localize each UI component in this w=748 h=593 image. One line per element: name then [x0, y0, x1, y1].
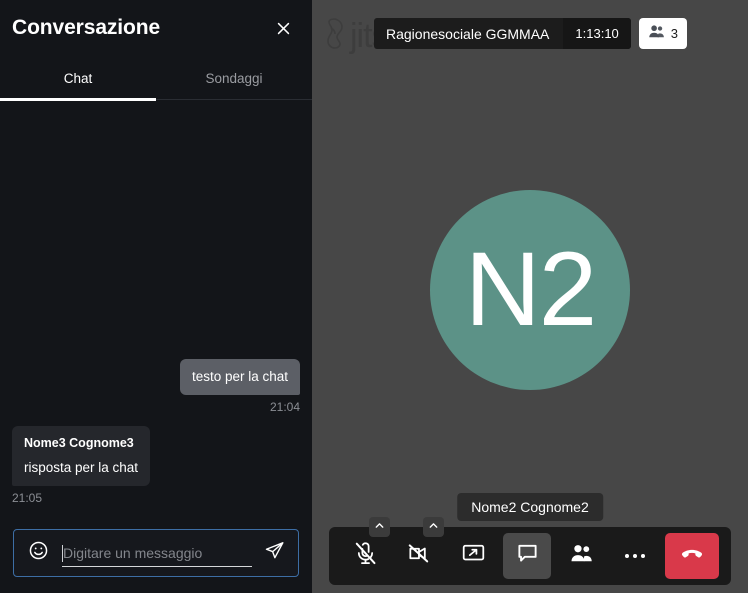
chevron-up-icon	[428, 518, 439, 536]
chat-message-remote: Nome3 Cognome3 risposta per la chat 21:0…	[12, 425, 300, 505]
chat-control	[503, 533, 551, 579]
toggle-camera-button[interactable]	[395, 533, 443, 579]
tab-chat[interactable]: Chat	[0, 56, 156, 101]
people-icon	[648, 24, 665, 44]
close-chat-button[interactable]	[268, 13, 298, 43]
screen-share-icon	[461, 541, 486, 571]
camera-settings-expander[interactable]	[423, 517, 444, 537]
message-timestamp: 21:05	[12, 491, 43, 505]
message-bubble: testo per la chat	[179, 358, 300, 395]
hangup-icon	[679, 541, 705, 572]
chat-message-list[interactable]: testo per la chat 21:04 Nome3 Cognome3 r…	[0, 100, 312, 521]
message-sender-name: Nome3 Cognome3	[24, 435, 134, 450]
microphone-settings-expander[interactable]	[369, 517, 390, 537]
participants-count-badge[interactable]: 3	[638, 18, 688, 49]
avatar-initials: N2	[464, 231, 597, 348]
chat-input-box[interactable]	[13, 529, 299, 577]
conference-subject-pill: Ragionesociale GGMMAA 1:13:10	[374, 18, 631, 49]
camera-muted-icon	[407, 541, 432, 571]
chat-icon	[515, 541, 540, 571]
hangup-button[interactable]	[665, 533, 719, 579]
more-options-button[interactable]	[611, 533, 659, 579]
send-icon	[264, 540, 285, 566]
participants-count: 3	[670, 26, 679, 41]
emoji-picker-button[interactable]	[26, 541, 50, 565]
message-text: risposta per la chat	[24, 459, 139, 475]
send-message-button[interactable]	[262, 541, 286, 565]
message-input-wrapper	[62, 537, 254, 569]
video-stage-area: jitsi Ragionesociale GGMMAA 1:13:10 3 N2…	[312, 0, 748, 593]
jitsi-meeting-window: Conversazione Chat Sondaggi testo per la…	[0, 0, 748, 593]
chat-input-area	[0, 521, 312, 593]
conference-toolbar	[329, 517, 731, 585]
tab-chat-label: Chat	[63, 70, 93, 86]
toggle-microphone-button[interactable]	[341, 533, 389, 579]
chat-header: Conversazione	[0, 0, 312, 56]
smiley-icon	[28, 540, 49, 566]
toggle-chat-button[interactable]	[503, 533, 551, 579]
participants-control	[557, 533, 605, 579]
conference-timer: 1:13:10	[563, 18, 631, 49]
chat-panel: Conversazione Chat Sondaggi testo per la…	[0, 0, 312, 593]
dominant-speaker-name-label: Nome2 Cognome2	[457, 493, 603, 521]
conference-subject: Ragionesociale GGMMAA	[386, 25, 550, 42]
conference-top-bar: Ragionesociale GGMMAA 1:13:10 3	[374, 18, 688, 49]
hangup-control	[665, 533, 719, 579]
overflow-menu-icon	[625, 554, 645, 558]
participants-icon	[569, 541, 594, 571]
chat-tabs: Chat Sondaggi	[0, 56, 312, 101]
microphone-muted-icon	[353, 541, 378, 571]
avatar: N2	[430, 189, 630, 390]
tab-polls[interactable]: Sondaggi	[156, 56, 312, 100]
message-timestamp: 21:04	[269, 399, 300, 414]
close-icon	[275, 20, 292, 37]
tab-polls-label: Sondaggi	[205, 70, 263, 86]
chat-panel-title: Conversazione	[12, 16, 161, 39]
chat-message-local: testo per la chat 21:04	[12, 358, 300, 414]
microphone-control	[341, 517, 390, 579]
message-input[interactable]	[63, 542, 254, 564]
toggle-screen-share-button[interactable]	[449, 533, 497, 579]
screen-share-control	[449, 533, 497, 579]
message-bubble: Nome3 Cognome3 risposta per la chat	[12, 425, 151, 486]
camera-control	[395, 517, 444, 579]
more-options-control	[611, 533, 659, 579]
toggle-participants-button[interactable]	[557, 533, 605, 579]
chevron-up-icon	[374, 518, 385, 536]
